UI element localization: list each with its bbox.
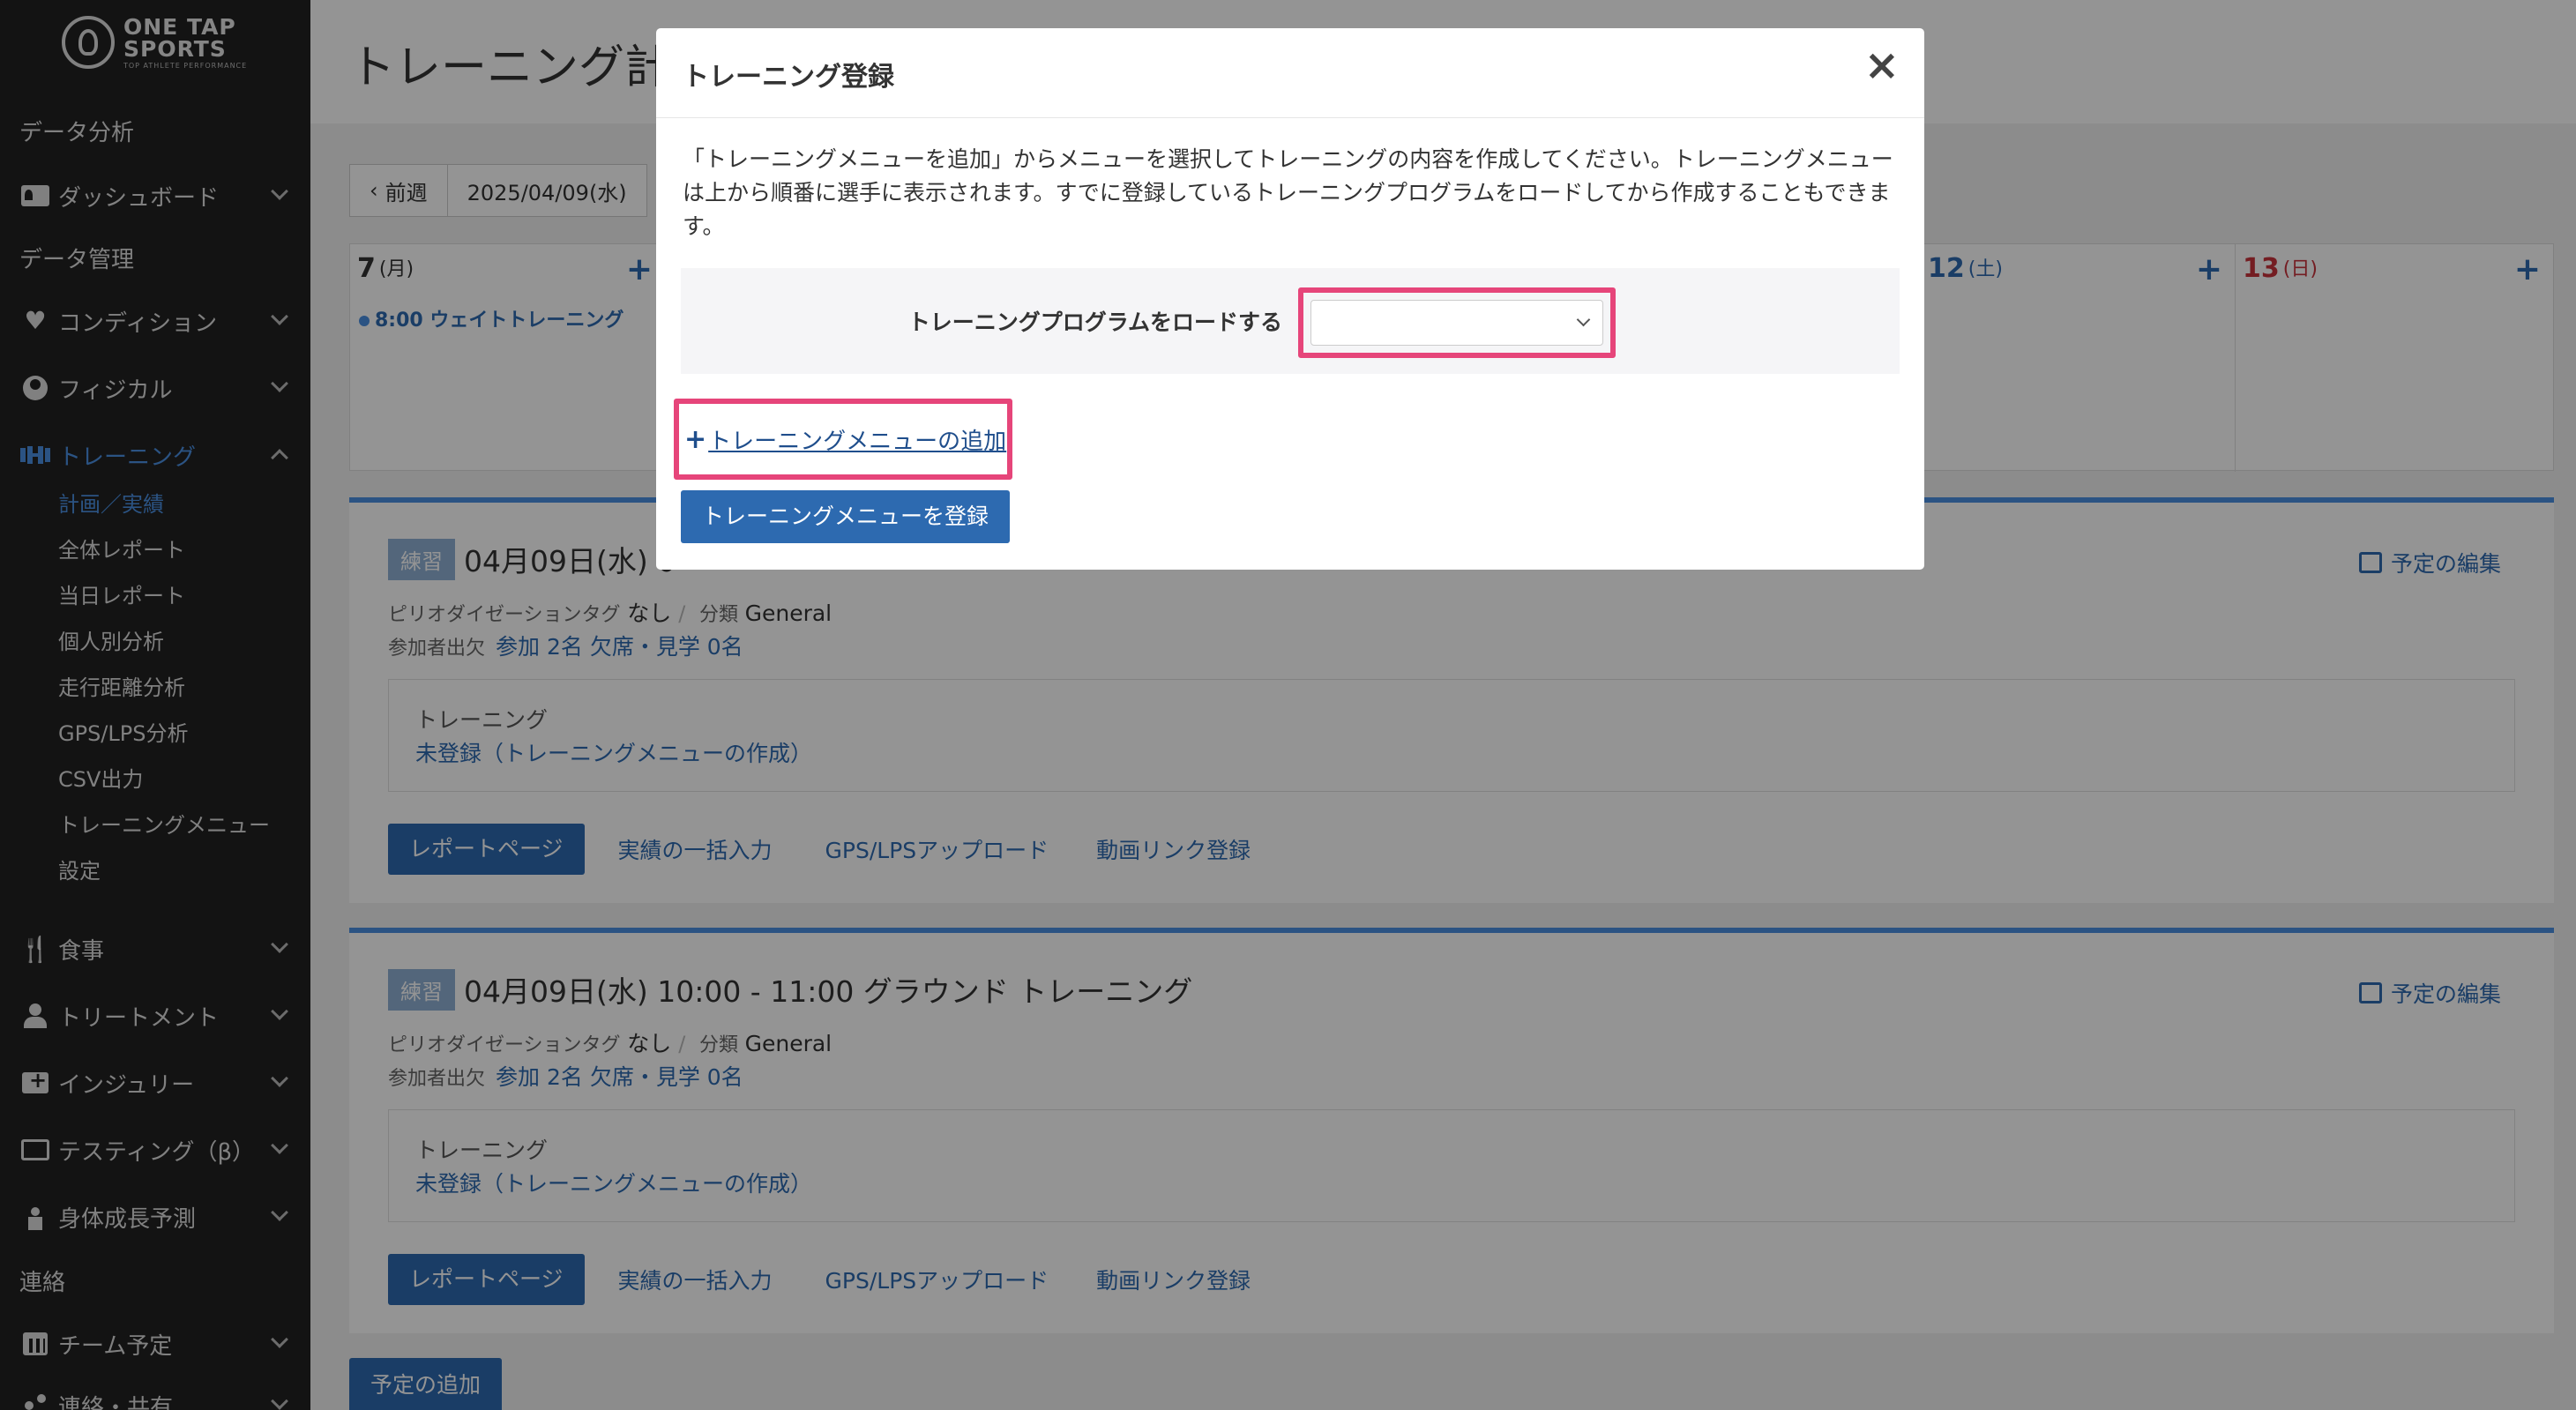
add-training-menu-link[interactable]: + トレーニングメニューの追加	[674, 399, 1012, 480]
load-program-select[interactable]	[1298, 287, 1616, 358]
close-icon[interactable]: ×	[1864, 44, 1900, 86]
load-program-row: トレーニングプログラムをロードする	[681, 268, 1900, 374]
register-training-menu-button[interactable]: トレーニングメニューを登録	[681, 490, 1011, 543]
modal-title: トレーニング登録	[683, 62, 894, 93]
chevron-down-icon	[1576, 312, 1591, 327]
modal-header: トレーニング登録 ×	[656, 28, 1924, 118]
modal-description: 「トレーニングメニューを追加」からメニューを選択してトレーニングの内容を作成して…	[683, 146, 1893, 239]
plus-icon: +	[684, 423, 707, 455]
training-register-modal: トレーニング登録 × 「トレーニングメニューを追加」からメニューを選択してトレー…	[656, 28, 1924, 570]
load-program-label: トレーニングプログラムをロードする	[907, 310, 1282, 335]
